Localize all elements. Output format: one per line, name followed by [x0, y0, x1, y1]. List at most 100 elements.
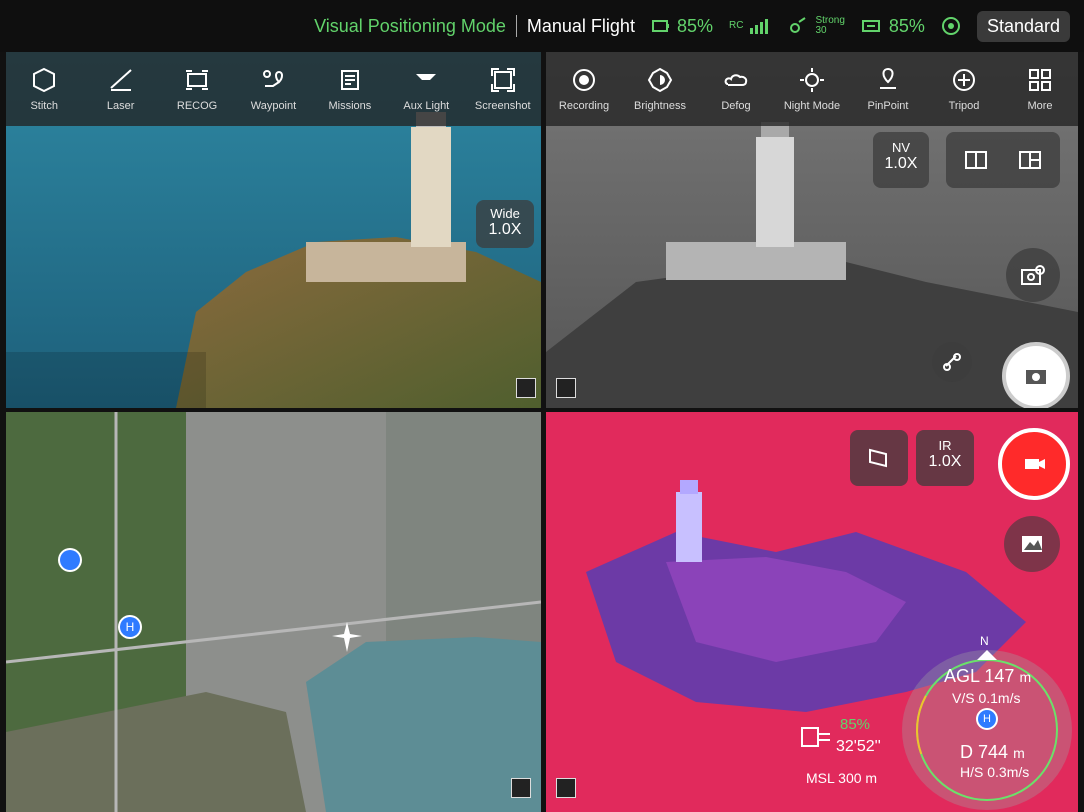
- tool-label: Laser: [106, 100, 135, 112]
- tool-label: Recording: [558, 100, 610, 112]
- home-label: H: [983, 713, 991, 725]
- compass-north: N: [980, 634, 989, 648]
- tool-laser[interactable]: Laser: [91, 66, 151, 112]
- msl-readout: MSL 300 m: [806, 770, 877, 786]
- distance-value: 744: [978, 742, 1009, 762]
- battery-status-2: 85%: [861, 16, 925, 37]
- tool-stitch[interactable]: Stitch: [14, 66, 74, 112]
- agl-unit: m: [1019, 669, 1032, 685]
- msl-value: 300: [838, 770, 862, 786]
- nv-zoom: 1.0X: [884, 155, 918, 172]
- tool-brightness[interactable]: Brightness: [630, 66, 690, 112]
- map-scene: [6, 412, 541, 812]
- missions-icon: [340, 70, 359, 90]
- tool-label: Night Mode: [783, 100, 841, 112]
- pinpoint-icon: [880, 67, 896, 89]
- tool-recording[interactable]: Recording: [554, 66, 614, 112]
- agl-value: 147: [984, 666, 1015, 686]
- battery-remaining: 85%: [840, 716, 871, 733]
- fullscreen-icon[interactable]: [556, 778, 576, 798]
- satellite-icon: [790, 17, 806, 33]
- tool-label: Aux Light: [403, 100, 450, 112]
- tool-tripod[interactable]: Tripod: [934, 66, 994, 112]
- home-point-indicator: H: [978, 710, 996, 728]
- shutter-button[interactable]: [1002, 342, 1070, 408]
- tool-night-mode[interactable]: Night Mode: [782, 66, 842, 112]
- tool-recog[interactable]: RECOG: [167, 66, 227, 112]
- home-point-marker[interactable]: H: [120, 617, 140, 637]
- more-icon: [1029, 69, 1051, 91]
- gallery-icon: [1022, 536, 1042, 552]
- link-icon: [943, 353, 961, 371]
- camera-settings-button[interactable]: [1006, 248, 1060, 302]
- quad-layout-icon[interactable]: [1018, 148, 1042, 172]
- divider: [515, 15, 517, 37]
- tool-defog[interactable]: Defog: [706, 66, 766, 112]
- rc-signal: RC: [729, 18, 771, 34]
- recording-icon: [573, 69, 595, 91]
- tool-screenshot[interactable]: Screenshot: [473, 66, 533, 112]
- tool-label: RECOG: [176, 100, 218, 112]
- stitch-icon: [33, 67, 56, 93]
- tool-waypoint[interactable]: Waypoint: [243, 66, 303, 112]
- battery-icon: [651, 20, 669, 32]
- fullscreen-icon[interactable]: [556, 378, 576, 398]
- app-frame: Visual Positioning Mode Manual Flight 85…: [0, 0, 1084, 812]
- right-toolbar: Recording Brightness Defog Night Mode Pi…: [546, 52, 1078, 126]
- battery-stack-icon: [801, 727, 830, 747]
- record-button[interactable]: [998, 428, 1070, 500]
- waypoint-icon: [263, 70, 284, 87]
- tool-pinpoint[interactable]: PinPoint: [858, 66, 918, 112]
- camera-icon: [1026, 370, 1046, 384]
- flight-time-box: [800, 722, 836, 756]
- tool-label: Waypoint: [250, 100, 297, 112]
- agl-readout: AGL 147 m: [944, 666, 1031, 687]
- ir-option-button[interactable]: [850, 430, 908, 486]
- signal-bars-icon: [750, 19, 769, 34]
- battery-percent-1: 85%: [676, 15, 713, 36]
- top-status-bar: Visual Positioning Mode Manual Flight 85…: [0, 0, 1084, 52]
- gallery-button[interactable]: [1004, 516, 1060, 572]
- left-toolbar: Stitch Laser RECOG Waypoint Missions Aux…: [6, 52, 541, 126]
- tool-label: More: [1027, 100, 1053, 112]
- vs-label: V/S: [952, 690, 975, 706]
- distance-label: D: [960, 742, 973, 762]
- tool-label: Missions: [328, 100, 372, 112]
- tool-aux-light[interactable]: Aux Light: [396, 66, 456, 112]
- profile-button[interactable]: Standard: [976, 10, 1070, 42]
- split-layout-icon[interactable]: [964, 148, 988, 172]
- layout-toggle[interactable]: [946, 132, 1060, 188]
- distance-readout: D 744 m: [960, 742, 1025, 763]
- vs-value: 0.1m/s: [978, 690, 1021, 706]
- agl-label: AGL: [944, 666, 980, 686]
- ir-label: IR: [938, 438, 952, 453]
- wide-zoom: 1.0X: [488, 221, 522, 238]
- wide-zoom-box[interactable]: Wide 1.0X: [476, 200, 534, 248]
- night-mode-icon: [800, 68, 824, 92]
- tool-label: PinPoint: [867, 100, 909, 112]
- defog-icon: [724, 74, 748, 86]
- msl-unit: m: [865, 770, 878, 786]
- fullscreen-icon[interactable]: [511, 778, 531, 798]
- battery-status-1: 85%: [651, 16, 713, 37]
- wireless-icon: [941, 17, 960, 35]
- map-view[interactable]: H: [6, 412, 541, 812]
- tripod-icon: [953, 69, 975, 91]
- camera-settings-icon: [1021, 265, 1045, 285]
- tool-label: Stitch: [30, 100, 58, 112]
- tool-missions[interactable]: Missions: [320, 66, 380, 112]
- palette-icon: [869, 448, 887, 468]
- flight-mode-text: Manual Flight: [526, 15, 635, 36]
- fullscreen-icon[interactable]: [516, 378, 536, 398]
- link-button[interactable]: [932, 342, 972, 382]
- tool-label: Defog: [721, 100, 751, 112]
- nv-zoom-box[interactable]: NV 1.0X: [873, 132, 929, 188]
- hs-readout: H/S 0.3m/s: [960, 764, 1029, 780]
- recog-icon: [186, 70, 209, 90]
- video-camera-icon: [1025, 459, 1045, 469]
- msl-label: MSL: [806, 770, 835, 786]
- ir-zoom-box[interactable]: IR 1.0X: [916, 430, 974, 486]
- laser-icon: [109, 69, 132, 91]
- nv-label: NV: [891, 140, 911, 155]
- tool-more[interactable]: More: [1010, 66, 1070, 112]
